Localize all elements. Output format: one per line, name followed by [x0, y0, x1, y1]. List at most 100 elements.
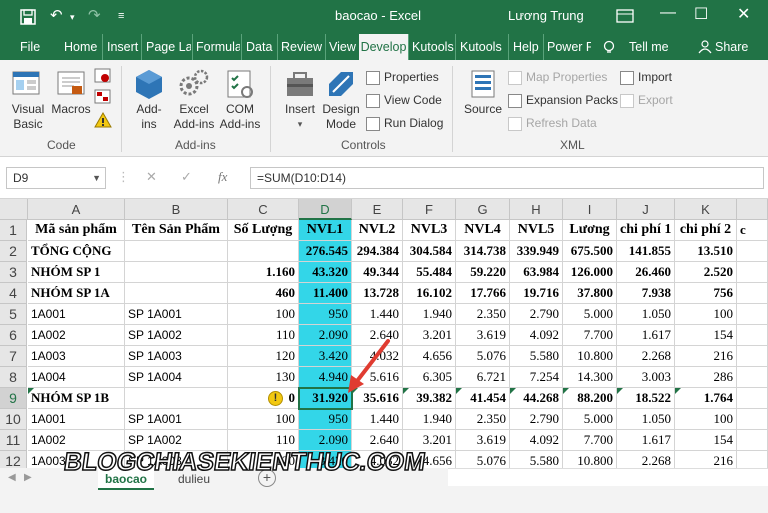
row-header[interactable]: 4: [0, 283, 27, 304]
cell-g2[interactable]: 314.738: [456, 241, 510, 262]
cell-f10[interactable]: 1.940: [403, 409, 456, 430]
tab-data[interactable]: Data: [241, 34, 276, 60]
tab-kutools[interactable]: Kutools: [408, 34, 454, 60]
cell-b1[interactable]: Tên Sản Phẩm: [125, 220, 228, 241]
row-header[interactable]: 1: [0, 220, 27, 241]
cell-a5[interactable]: 1A001: [28, 304, 125, 325]
tab-power-pivot[interactable]: Power P: [543, 34, 591, 60]
cell-i10[interactable]: 5.000: [563, 409, 617, 430]
cell-i6[interactable]: 7.700: [563, 325, 617, 346]
cell-g4[interactable]: 17.766: [456, 283, 510, 304]
cell-f2[interactable]: 304.584: [403, 241, 456, 262]
excel-addins-button[interactable]: Excel Add-ins: [172, 68, 216, 132]
cell-j4[interactable]: 7.938: [617, 283, 675, 304]
cell-f6[interactable]: 3.201: [403, 325, 456, 346]
cell-b2[interactable]: [125, 241, 228, 262]
row-header[interactable]: 8: [0, 367, 27, 388]
row-header[interactable]: 7: [0, 346, 27, 367]
cell-c10[interactable]: 100: [228, 409, 299, 430]
cell-e1[interactable]: NVL2: [352, 220, 403, 241]
cell-c9[interactable]: 0: [228, 388, 299, 409]
cell-l10[interactable]: [737, 409, 768, 430]
column-header-j[interactable]: J: [617, 199, 675, 220]
cell-l9[interactable]: [737, 388, 768, 409]
row-header[interactable]: 5: [0, 304, 27, 325]
tab-developer[interactable]: Develop: [359, 34, 408, 60]
cell-d2[interactable]: 276.545: [299, 241, 352, 262]
tab-page-layout[interactable]: Page La: [141, 34, 191, 60]
cell-g9[interactable]: 41.454: [456, 388, 510, 409]
cell-e2[interactable]: 294.384: [352, 241, 403, 262]
restore-button[interactable]: ☐: [694, 4, 708, 24]
horizontal-scrollbar[interactable]: [448, 468, 768, 486]
cell-h1[interactable]: NVL5: [510, 220, 563, 241]
row-header[interactable]: 3: [0, 262, 27, 283]
chevron-down-icon[interactable]: ▼: [92, 168, 101, 188]
cell-h4[interactable]: 19.716: [510, 283, 563, 304]
cell-k10[interactable]: 100: [675, 409, 737, 430]
source-button[interactable]: Source: [462, 68, 504, 117]
insert-controls-button[interactable]: Insert ▾: [280, 68, 320, 132]
cell-b6[interactable]: SP 1A002: [125, 325, 228, 346]
cell-e3[interactable]: 49.344: [352, 262, 403, 283]
cell-g1[interactable]: NVL4: [456, 220, 510, 241]
relative-references-icon[interactable]: [94, 89, 112, 105]
cell-g8[interactable]: 6.721: [456, 367, 510, 388]
cell-l2[interactable]: [737, 241, 768, 262]
column-header-f[interactable]: F: [403, 199, 456, 220]
run-dialog-button[interactable]: Run Dialog: [366, 114, 443, 132]
column-header-h[interactable]: H: [510, 199, 563, 220]
cell-a10[interactable]: 1A001: [28, 409, 125, 430]
cell-g12[interactable]: 5.076: [456, 451, 510, 468]
cell-b4[interactable]: [125, 283, 228, 304]
cell-l1[interactable]: c: [737, 220, 768, 241]
cell-d4[interactable]: 11.400: [299, 283, 352, 304]
com-addins-button[interactable]: COM Add-ins: [218, 68, 262, 132]
cell-h12[interactable]: 5.580: [510, 451, 563, 468]
cell-i4[interactable]: 37.800: [563, 283, 617, 304]
cell-j11[interactable]: 1.617: [617, 430, 675, 451]
map-properties-button[interactable]: Map Properties: [508, 68, 607, 86]
cell-c6[interactable]: 110: [228, 325, 299, 346]
cell-i7[interactable]: 10.800: [563, 346, 617, 367]
addins-button[interactable]: Add- ins: [127, 68, 171, 132]
properties-button[interactable]: Properties: [366, 68, 439, 86]
cell-j5[interactable]: 1.050: [617, 304, 675, 325]
row-header[interactable]: 2: [0, 241, 27, 262]
warning-icon[interactable]: !: [268, 391, 283, 406]
cell-h3[interactable]: 63.984: [510, 262, 563, 283]
cell-d1[interactable]: NVL1: [299, 220, 352, 241]
tab-view[interactable]: View: [325, 34, 358, 60]
cell-a2[interactable]: TỔNG CỘNG: [28, 241, 125, 262]
ribbon-display-icon[interactable]: [616, 9, 634, 23]
cell-c2[interactable]: [228, 241, 299, 262]
tab-help[interactable]: Help: [508, 34, 542, 60]
cell-j8[interactable]: 3.003: [617, 367, 675, 388]
cell-i5[interactable]: 5.000: [563, 304, 617, 325]
column-header-a[interactable]: A: [28, 199, 125, 220]
cell-k2[interactable]: 13.510: [675, 241, 737, 262]
cell-c5[interactable]: 100: [228, 304, 299, 325]
column-header-g[interactable]: G: [456, 199, 510, 220]
close-button[interactable]: ✕: [737, 4, 750, 24]
cell-c3[interactable]: 1.160: [228, 262, 299, 283]
cell-a8[interactable]: 1A004: [28, 367, 125, 388]
minimize-button[interactable]: —: [660, 4, 676, 22]
row-header[interactable]: 10: [0, 409, 27, 430]
cell-i8[interactable]: 14.300: [563, 367, 617, 388]
next-sheet-icon[interactable]: ▶: [24, 472, 32, 483]
tab-file[interactable]: File: [20, 34, 40, 60]
cell-f7[interactable]: 4.656: [403, 346, 456, 367]
row-header[interactable]: 6: [0, 325, 27, 346]
select-all-corner[interactable]: [0, 199, 28, 220]
cell-e5[interactable]: 1.440: [352, 304, 403, 325]
customize-icon[interactable]: ≡: [118, 10, 124, 22]
undo-icon[interactable]: ↶: [50, 6, 63, 24]
cell-j7[interactable]: 2.268: [617, 346, 675, 367]
cell-h11[interactable]: 4.092: [510, 430, 563, 451]
tab-formulas[interactable]: Formula: [192, 34, 240, 60]
undo-dropdown-icon[interactable]: ▾: [70, 12, 75, 23]
tell-me-box[interactable]: Tell me: [629, 34, 669, 60]
cell-a6[interactable]: 1A002: [28, 325, 125, 346]
cell-k1[interactable]: chi phí 2: [675, 220, 737, 241]
